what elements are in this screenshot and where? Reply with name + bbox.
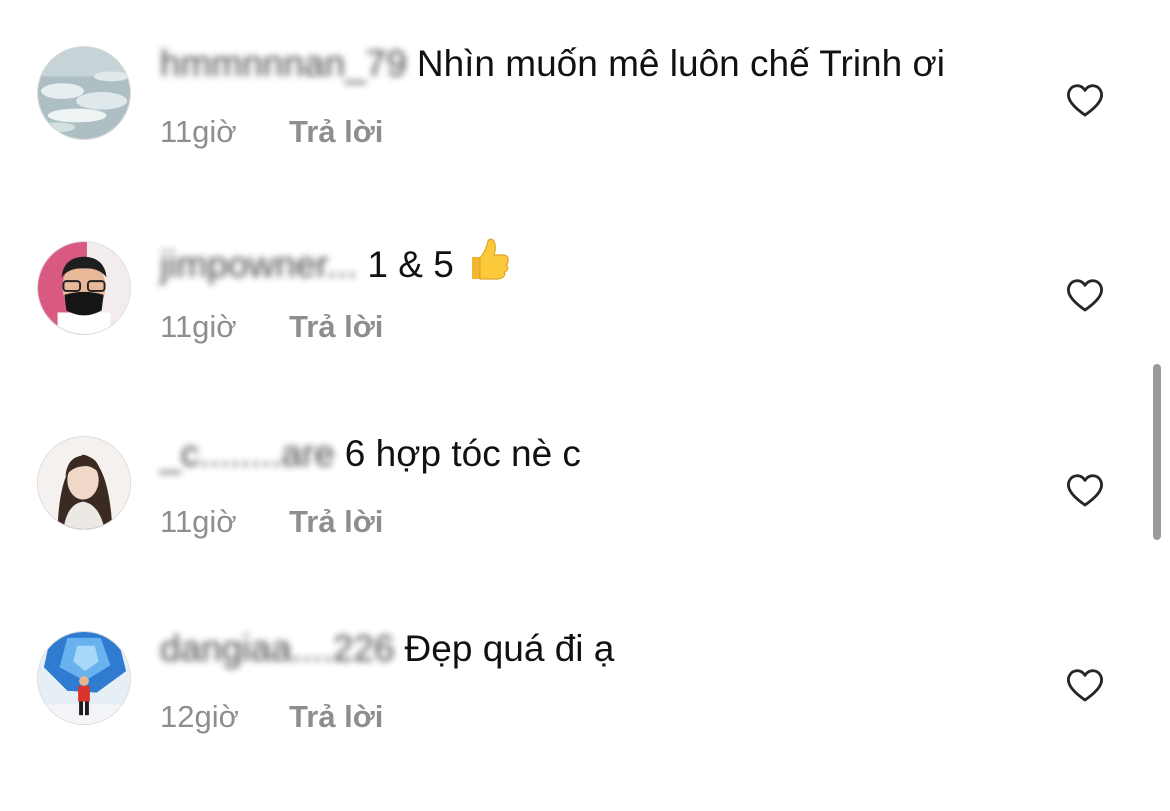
heart-outline-icon bbox=[1067, 474, 1103, 507]
comment-line: _c........are 6 hợp tóc nè c bbox=[160, 432, 581, 476]
like-button[interactable] bbox=[1066, 277, 1104, 313]
timestamp: 11giờ bbox=[160, 114, 237, 149]
heart-outline-icon bbox=[1067, 84, 1103, 117]
woman-portrait-avatar bbox=[38, 437, 130, 529]
username[interactable]: dangiaa....226 bbox=[160, 627, 395, 671]
person-blue-backdrop-avatar bbox=[38, 632, 130, 724]
thumbs-up-icon bbox=[464, 237, 510, 293]
heart-outline-icon bbox=[1067, 279, 1103, 312]
reply-button[interactable]: Trả lời bbox=[289, 699, 383, 735]
avatar[interactable] bbox=[37, 46, 131, 140]
comment-meta: 12giờ Trả lời bbox=[160, 699, 383, 735]
comment-meta: 11giờ Trả lời bbox=[160, 114, 383, 150]
scrollbar[interactable] bbox=[1153, 364, 1161, 540]
username[interactable]: hmmnnnan_79 bbox=[160, 42, 407, 86]
comment-item: dangiaa....226 Đẹp quá đi ạ 12giờ Trả lời bbox=[0, 628, 1170, 811]
timestamp: 11giờ bbox=[160, 504, 237, 539]
timestamp: 12giờ bbox=[160, 699, 239, 734]
reply-button[interactable]: Trả lời bbox=[289, 309, 383, 345]
comment-line: dangiaa....226 Đẹp quá đi ạ bbox=[160, 627, 614, 671]
comment-text: Đẹp quá đi ạ bbox=[404, 628, 615, 669]
username[interactable]: jimpowner... bbox=[160, 243, 357, 287]
comment-line: hmmnnnan_79 Nhìn muốn mê luôn chế Trinh ơ… bbox=[160, 42, 945, 86]
comment-meta: 11giờ Trả lời bbox=[160, 309, 383, 345]
avatar[interactable] bbox=[37, 436, 131, 530]
heart-outline-icon bbox=[1067, 669, 1103, 702]
like-button[interactable] bbox=[1066, 82, 1104, 118]
username[interactable]: _c........are bbox=[160, 432, 335, 476]
comment-text: 1 & 5 bbox=[367, 244, 454, 285]
avatar[interactable] bbox=[37, 631, 131, 725]
comment-item: _c........are 6 hợp tóc nè c 11giờ Trả lời bbox=[0, 433, 1170, 616]
comment-text: 6 hợp tóc nè c bbox=[344, 433, 581, 474]
like-button[interactable] bbox=[1066, 472, 1104, 508]
like-button[interactable] bbox=[1066, 667, 1104, 703]
sea-foam-avatar bbox=[38, 47, 130, 139]
avatar[interactable] bbox=[37, 241, 131, 335]
comment-line: jimpowner... 1 & 5 bbox=[160, 237, 510, 293]
comment-text: Nhìn muốn mê luôn chế Trinh ơi bbox=[416, 43, 945, 84]
reply-button[interactable]: Trả lời bbox=[289, 504, 383, 540]
comment-item: hmmnnnan_79 Nhìn muốn mê luôn chế Trinh ơ… bbox=[0, 43, 1170, 226]
timestamp: 11giờ bbox=[160, 309, 237, 344]
man-with-mask-avatar bbox=[38, 242, 130, 334]
comment-item: jimpowner... 1 & 5 11giờ Trả lời bbox=[0, 238, 1170, 421]
comment-meta: 11giờ Trả lời bbox=[160, 504, 383, 540]
reply-button[interactable]: Trả lời bbox=[289, 114, 383, 150]
